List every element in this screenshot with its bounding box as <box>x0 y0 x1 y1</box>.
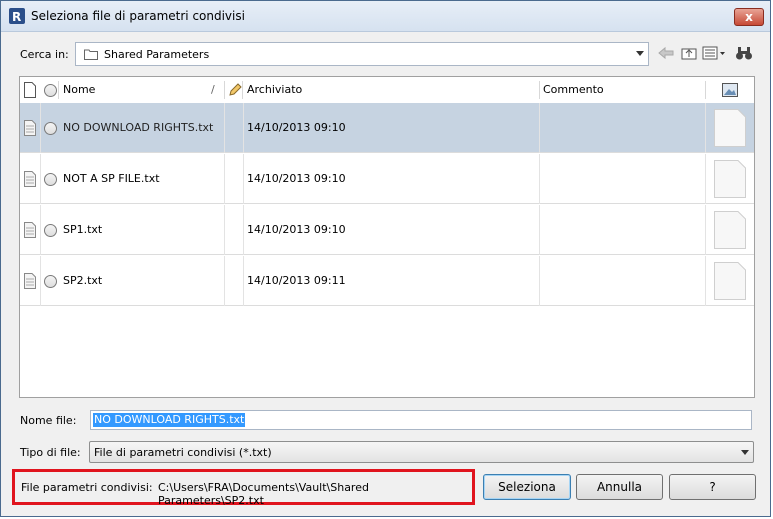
row-divider <box>539 103 540 153</box>
file-status-radio[interactable] <box>44 122 57 135</box>
row-divider <box>40 256 41 306</box>
revit-logo-icon: R <box>9 8 25 24</box>
folder-icon <box>84 49 98 60</box>
document-icon <box>24 82 36 98</box>
file-row[interactable]: NOT A SP FILE.txt 14/10/2013 09:10 <box>20 154 754 204</box>
chevron-down-icon[interactable] <box>741 450 749 455</box>
file-type-value: File di parametri condivisi (*.txt) <box>94 446 272 459</box>
sort-indicator-icon: / <box>211 83 215 96</box>
file-type-select[interactable]: File di parametri condivisi (*.txt) <box>89 441 754 463</box>
shared-parameters-highlight: File parametri condivisi: C:\Users\FRA\D… <box>12 469 475 507</box>
row-divider <box>705 256 706 306</box>
look-in-value: Shared Parameters <box>104 48 210 61</box>
header-status-radio <box>44 84 57 97</box>
image-preview-icon <box>722 83 738 97</box>
file-archived: 14/10/2013 09:11 <box>247 274 346 287</box>
row-divider <box>243 205 244 255</box>
text-file-icon <box>24 273 36 289</box>
text-file-icon <box>24 171 36 187</box>
file-status-radio[interactable] <box>44 275 57 288</box>
file-name: NO DOWNLOAD RIGHTS.txt <box>63 121 214 134</box>
column-header-comment[interactable]: Commento <box>543 77 604 103</box>
column-divider <box>224 81 225 99</box>
row-divider <box>243 154 244 204</box>
file-type-label: Tipo di file: <box>20 446 81 459</box>
look-in-combo[interactable]: Shared Parameters <box>75 42 649 66</box>
text-file-icon <box>24 120 36 136</box>
row-divider <box>243 256 244 306</box>
row-divider <box>243 103 244 153</box>
help-button[interactable]: ? <box>669 474 756 500</box>
file-thumbnail-icon <box>714 109 746 147</box>
shared-parameters-label: File parametri condivisi: <box>21 481 153 494</box>
column-divider <box>58 81 59 99</box>
cancel-button[interactable]: Annulla <box>576 474 663 500</box>
file-thumbnail-icon <box>714 211 746 249</box>
column-header-archived[interactable]: Archiviato <box>247 77 302 103</box>
column-divider <box>705 81 706 99</box>
file-name: SP1.txt <box>63 223 103 236</box>
pencil-tag-icon <box>229 83 242 96</box>
file-status-radio[interactable] <box>44 224 57 237</box>
chevron-down-icon[interactable] <box>636 51 644 56</box>
file-archived: 14/10/2013 09:10 <box>247 223 346 236</box>
row-divider <box>224 205 225 255</box>
file-row[interactable]: SP1.txt 14/10/2013 09:10 <box>20 205 754 255</box>
file-row[interactable]: NO DOWNLOAD RIGHTS.txt 14/10/2013 09:10 <box>20 103 754 153</box>
up-folder-icon[interactable] <box>681 45 697 61</box>
row-divider <box>539 205 540 255</box>
title-bar[interactable]: R Seleziona file di parametri condivisi … <box>1 1 770 32</box>
select-button[interactable]: Seleziona <box>483 474 571 500</box>
file-thumbnail-icon <box>714 160 746 198</box>
svg-text:R: R <box>12 10 21 24</box>
row-divider <box>224 103 225 153</box>
row-divider <box>224 154 225 204</box>
file-name-value: NO DOWNLOAD RIGHTS.txt <box>93 413 246 427</box>
column-divider <box>539 81 540 99</box>
file-archived: 14/10/2013 09:10 <box>247 121 346 134</box>
views-menu-icon[interactable] <box>702 45 726 61</box>
row-divider <box>40 103 41 153</box>
window-title: Seleziona file di parametri condivisi <box>31 9 245 23</box>
column-divider <box>242 81 243 99</box>
file-archived: 14/10/2013 09:10 <box>247 172 346 185</box>
close-button[interactable]: x <box>734 8 764 26</box>
file-row[interactable]: SP2.txt 14/10/2013 09:11 <box>20 256 754 306</box>
row-divider <box>705 103 706 153</box>
look-in-label: Cerca in: <box>20 48 69 61</box>
row-divider <box>705 154 706 204</box>
row-divider <box>539 256 540 306</box>
row-divider <box>40 205 41 255</box>
file-name: SP2.txt <box>63 274 103 287</box>
row-divider <box>224 256 225 306</box>
file-name-label: Nome file: <box>20 414 77 427</box>
file-thumbnail-icon <box>714 262 746 300</box>
list-header: Nome / Archiviato Commento <box>20 77 754 104</box>
row-divider <box>40 154 41 204</box>
file-name: NOT A SP FILE.txt <box>63 172 160 185</box>
column-header-name[interactable]: Nome <box>63 77 95 103</box>
file-list[interactable]: Nome / Archiviato Commento NO DOWNLOAD R… <box>19 76 755 398</box>
file-status-radio[interactable] <box>44 173 57 186</box>
text-file-icon <box>24 222 36 238</box>
binoculars-icon[interactable] <box>735 45 753 61</box>
row-divider <box>705 205 706 255</box>
row-divider <box>539 154 540 204</box>
dialog-window: R Seleziona file di parametri condivisi … <box>0 0 771 517</box>
file-name-input[interactable]: NO DOWNLOAD RIGHTS.txt <box>90 410 752 430</box>
shared-parameters-path: C:\Users\FRA\Documents\Vault\Shared Para… <box>158 481 369 507</box>
back-arrow-icon[interactable] <box>658 45 674 61</box>
